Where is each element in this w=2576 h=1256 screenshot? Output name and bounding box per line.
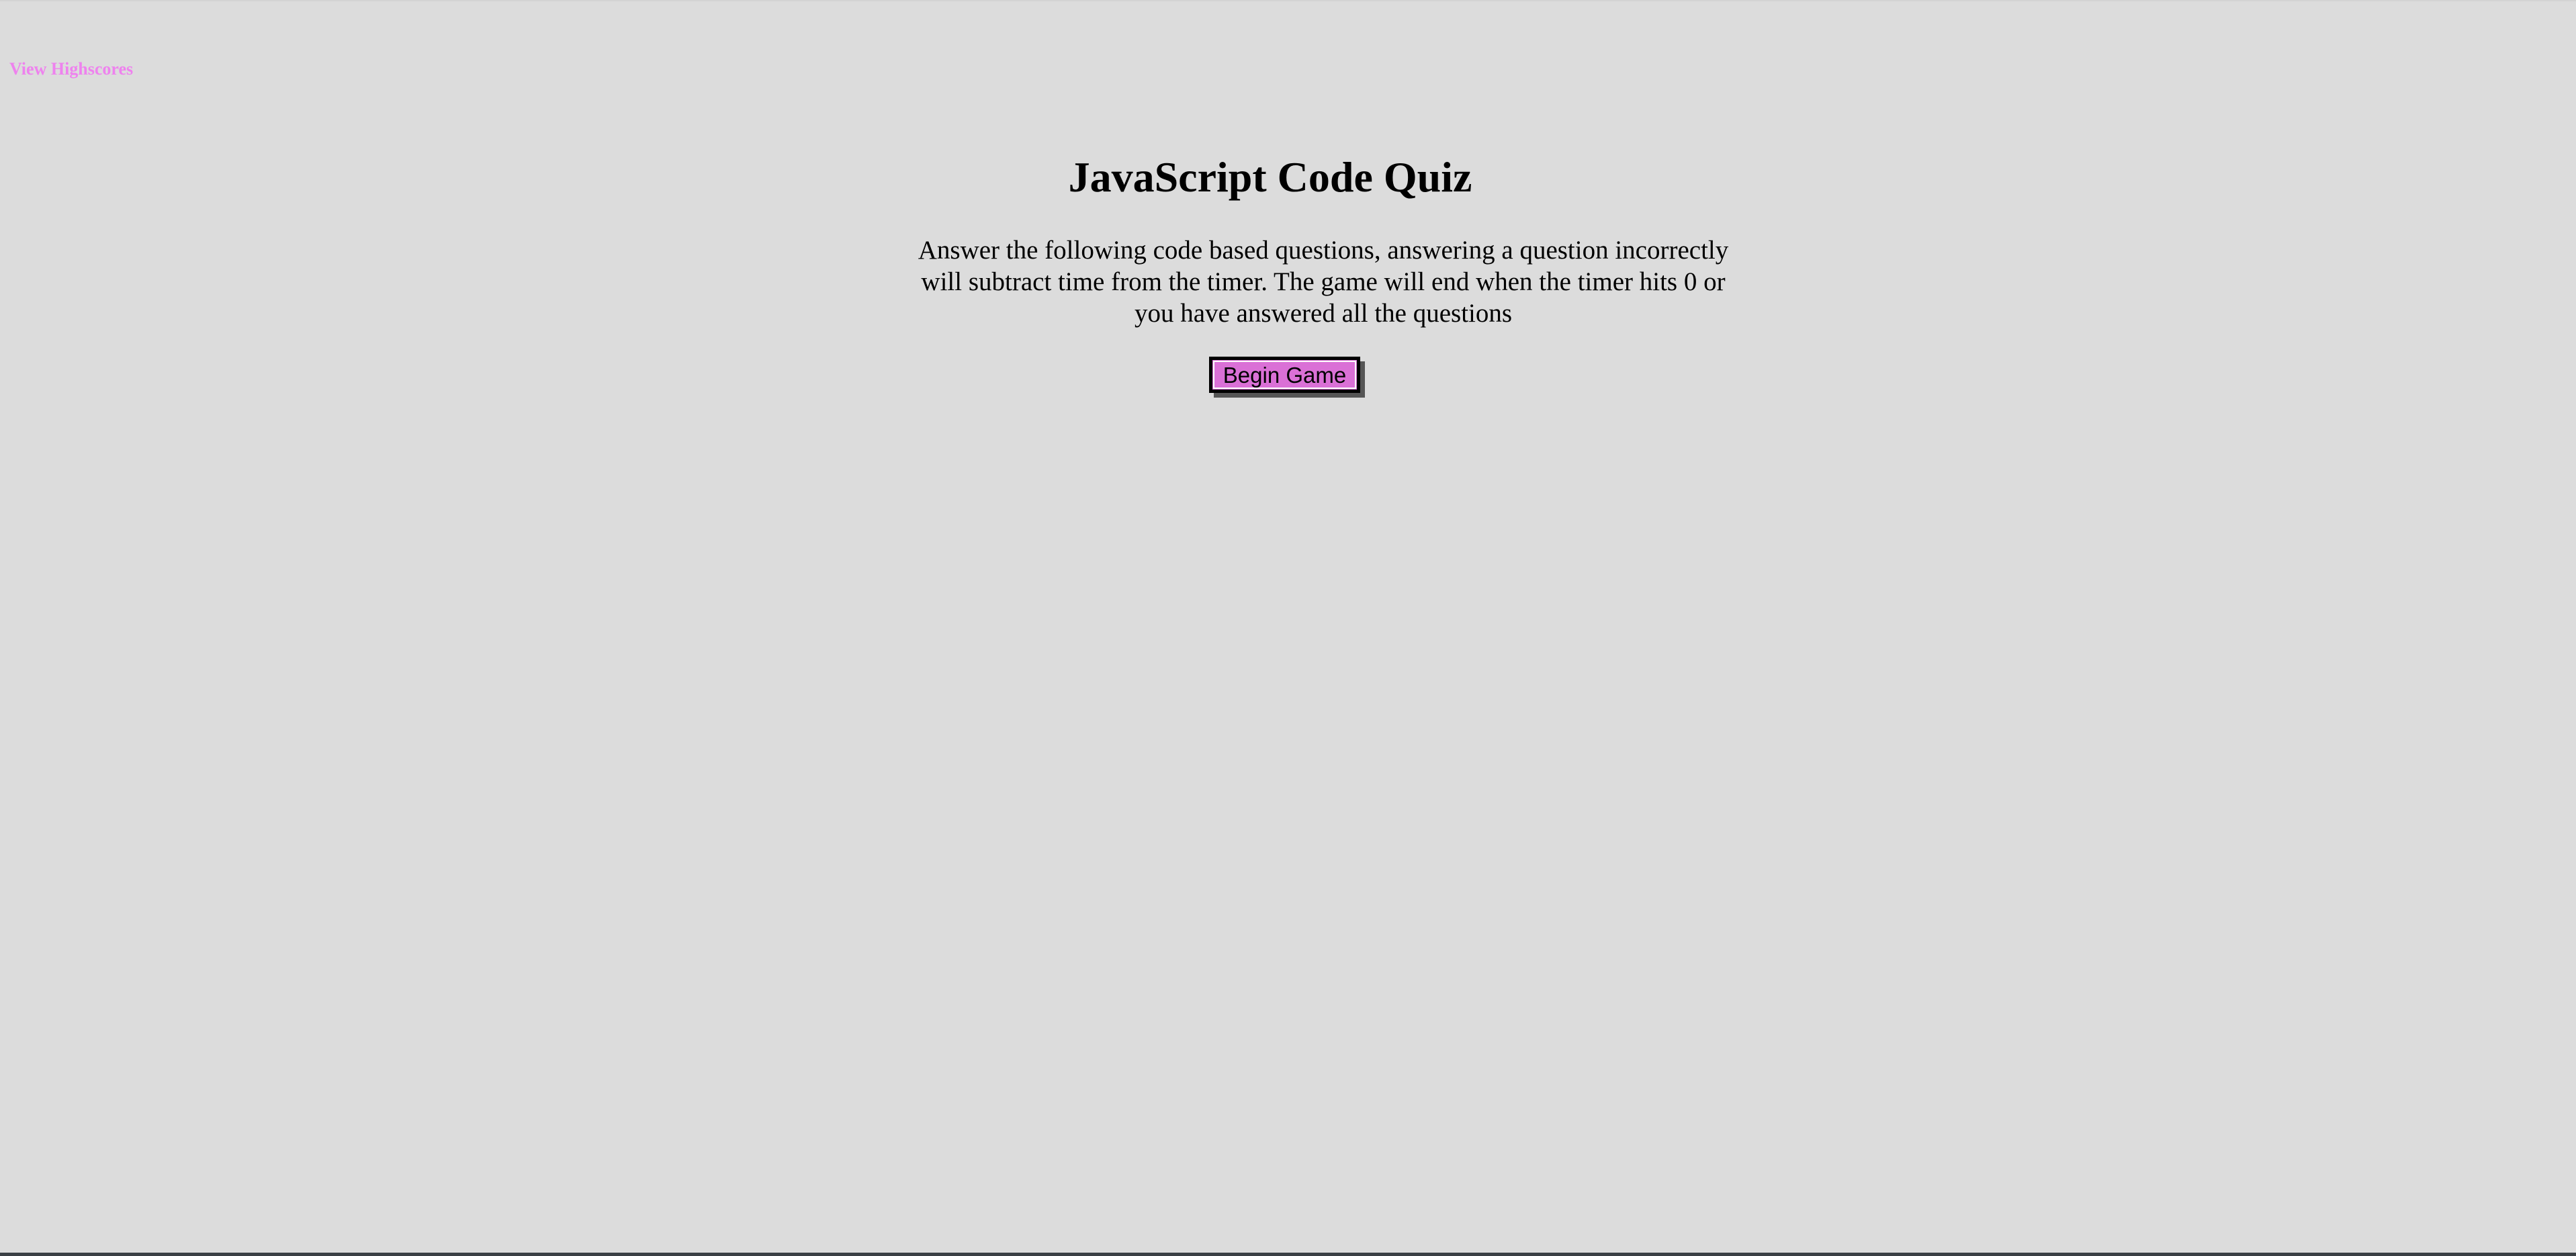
quiz-instructions: Answer the following code based question… bbox=[918, 236, 1729, 328]
view-highscores-link[interactable]: View Highscores bbox=[9, 59, 133, 79]
page-title: JavaScript Code Quiz bbox=[1068, 153, 1472, 201]
begin-game-button[interactable]: Begin Game bbox=[1209, 357, 1360, 393]
window-bottom-border bbox=[0, 1253, 2576, 1256]
page-background: View Highscores JavaScript Code Quiz Ans… bbox=[0, 0, 2576, 1251]
